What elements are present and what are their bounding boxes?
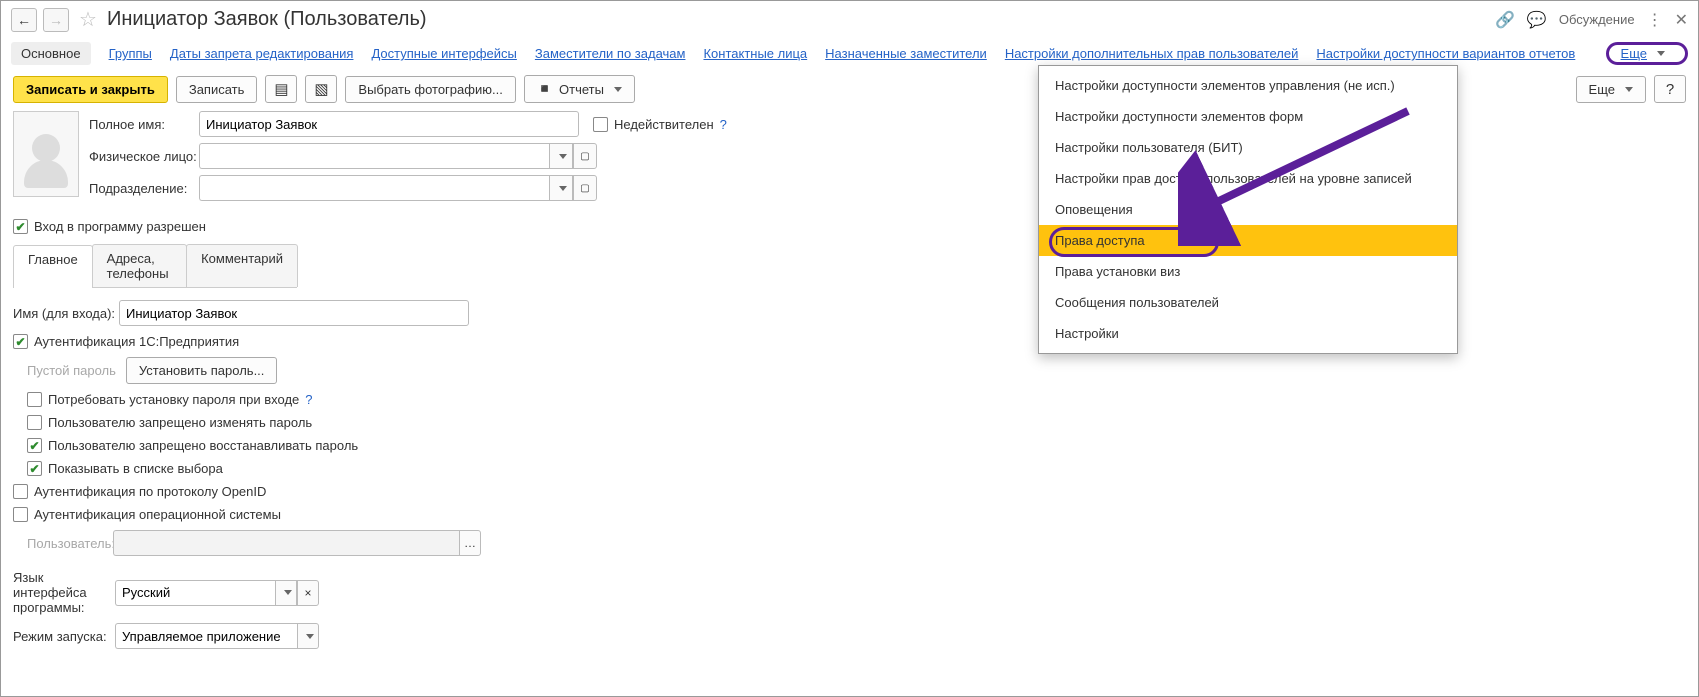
nav-link-interfaces[interactable]: Доступные интерфейсы	[371, 46, 516, 61]
person-input[interactable]	[199, 143, 549, 169]
reports-label: Отчеты	[559, 82, 604, 97]
dept-open-icon[interactable]: ▢	[573, 175, 597, 201]
reports-button[interactable]: ◾ Отчеты	[524, 75, 635, 103]
full-name-label: Полное имя:	[89, 117, 199, 132]
back-button[interactable]: ←	[11, 8, 37, 32]
forward-button[interactable]: →	[43, 8, 69, 32]
save-button[interactable]: Записать	[176, 76, 258, 103]
invalid-label: Недействителен	[614, 117, 714, 132]
set-password-button[interactable]: Установить пароль...	[126, 357, 277, 384]
person-label: Физическое лицо:	[89, 149, 199, 164]
help-button[interactable]: ?	[1654, 75, 1686, 103]
avatar-placeholder[interactable]	[13, 111, 79, 197]
require-pwd-hint-icon[interactable]: ?	[305, 392, 312, 407]
nav-link-dates[interactable]: Даты запрета редактирования	[170, 46, 354, 61]
login-label: Имя (для входа):	[13, 306, 119, 321]
dd-item[interactable]: Настройки доступности элементов управлен…	[1039, 70, 1457, 101]
nav-link-contacts[interactable]: Контактные лица	[703, 46, 807, 61]
close-icon[interactable]: ✕	[1675, 10, 1688, 30]
lang-clear-icon[interactable]: ×	[297, 580, 319, 606]
login-allowed-checkbox[interactable]	[13, 219, 28, 234]
auth-1c-checkbox[interactable]	[13, 334, 28, 349]
dept-input[interactable]	[199, 175, 549, 201]
person-open-icon[interactable]: ▢	[573, 143, 597, 169]
nav-link-extra-rights[interactable]: Настройки дополнительных прав пользовате…	[1005, 46, 1299, 61]
chevron-down-icon	[1625, 87, 1633, 92]
empty-pwd-label: Пустой пароль	[27, 363, 116, 378]
invalid-hint-icon[interactable]: ?	[720, 117, 727, 132]
chevron-down-icon	[614, 87, 622, 92]
full-name-input[interactable]	[199, 111, 579, 137]
nav-link-groups[interactable]: Группы	[109, 46, 152, 61]
auth-os-label: Аутентификация операционной системы	[34, 507, 281, 522]
auth-1c-label: Аутентификация 1С:Предприятия	[34, 334, 239, 349]
tab-main[interactable]: Главное	[13, 245, 93, 288]
nav-tab-active[interactable]: Основное	[11, 42, 91, 65]
auth-os-checkbox[interactable]	[13, 507, 28, 522]
properties-icon-button[interactable]: ▤	[265, 75, 297, 103]
discussion-icon[interactable]: 💬	[1527, 10, 1547, 30]
lang-label-1: Язык интерфейса	[13, 570, 115, 600]
discussion-label[interactable]: Обсуждение	[1559, 12, 1635, 27]
link-icon[interactable]: 🔗	[1495, 10, 1515, 30]
dept-combo[interactable]: ▢	[199, 175, 597, 201]
show-in-list-label: Показывать в списке выбора	[48, 461, 223, 476]
tab-comment[interactable]: Комментарий	[186, 244, 298, 287]
dd-item[interactable]: Сообщения пользователей	[1039, 287, 1457, 318]
favorite-star-icon[interactable]: ☆	[79, 7, 97, 32]
lang-input[interactable]	[115, 580, 275, 606]
comment-icon-button[interactable]: ▧	[305, 75, 337, 103]
deny-restore-label: Пользователю запрещено восстанавливать п…	[48, 438, 358, 453]
person-dropdown-icon[interactable]	[549, 143, 573, 169]
page-title: Инициатор Заявок (Пользователь)	[107, 8, 427, 31]
deny-change-label: Пользователю запрещено изменять пароль	[48, 415, 312, 430]
nav-more-pill[interactable]: Еще	[1606, 42, 1688, 65]
annotation-arrow	[1178, 106, 1428, 246]
require-pwd-label: Потребовать установку пароля при входе	[48, 392, 299, 407]
deny-restore-checkbox[interactable]	[27, 438, 42, 453]
save-close-button[interactable]: Записать и закрыть	[13, 76, 168, 103]
nav-link-assigned-subs[interactable]: Назначенные заместители	[825, 46, 987, 61]
lang-combo[interactable]: ×	[115, 580, 319, 606]
person-combo[interactable]: ▢	[199, 143, 597, 169]
tab-addresses[interactable]: Адреса, телефоны	[92, 244, 187, 287]
nav-link-report-variants[interactable]: Настройки доступности вариантов отчетов	[1316, 46, 1575, 61]
detail-tabs: Главное Адреса, телефоны Комментарий	[13, 244, 297, 288]
mode-combo[interactable]	[115, 623, 319, 649]
os-user-input	[113, 530, 459, 556]
lang-label-2: программы:	[13, 600, 115, 615]
login-input[interactable]	[119, 300, 469, 326]
dept-dropdown-icon[interactable]	[549, 175, 573, 201]
os-user-label: Пользователь:	[27, 536, 113, 551]
chevron-down-icon	[1657, 51, 1665, 56]
dd-item[interactable]: Настройки	[1039, 318, 1457, 349]
mode-dropdown-icon[interactable]	[297, 623, 319, 649]
nav-more-label: Еще	[1621, 46, 1647, 61]
auth-openid-checkbox[interactable]	[13, 484, 28, 499]
lang-dropdown-icon[interactable]	[275, 580, 297, 606]
auth-openid-label: Аутентификация по протоколу OpenID	[34, 484, 266, 499]
nav-link-substitutes-tasks[interactable]: Заместители по задачам	[535, 46, 686, 61]
os-user-browse-icon[interactable]: …	[459, 530, 481, 556]
mode-input[interactable]	[115, 623, 297, 649]
choose-photo-button[interactable]: Выбрать фотографию...	[345, 76, 515, 103]
dept-label: Подразделение:	[89, 181, 199, 196]
show-in-list-checkbox[interactable]	[27, 461, 42, 476]
dd-item[interactable]: Права установки виз	[1039, 256, 1457, 287]
kebab-menu-icon[interactable]: ⋮	[1647, 10, 1663, 30]
login-allowed-label: Вход в программу разрешен	[34, 219, 206, 234]
invalid-checkbox[interactable]	[593, 117, 608, 132]
toolbar-more-button[interactable]: Еще	[1576, 76, 1646, 103]
reports-icon: ◾	[537, 81, 553, 97]
window-header: ← → ☆ Инициатор Заявок (Пользователь) 🔗 …	[1, 1, 1698, 36]
require-pwd-checkbox[interactable]	[27, 392, 42, 407]
mode-label: Режим запуска:	[13, 629, 115, 644]
deny-change-checkbox[interactable]	[27, 415, 42, 430]
os-user-combo: …	[113, 530, 481, 556]
toolbar-more-label: Еще	[1589, 82, 1615, 97]
